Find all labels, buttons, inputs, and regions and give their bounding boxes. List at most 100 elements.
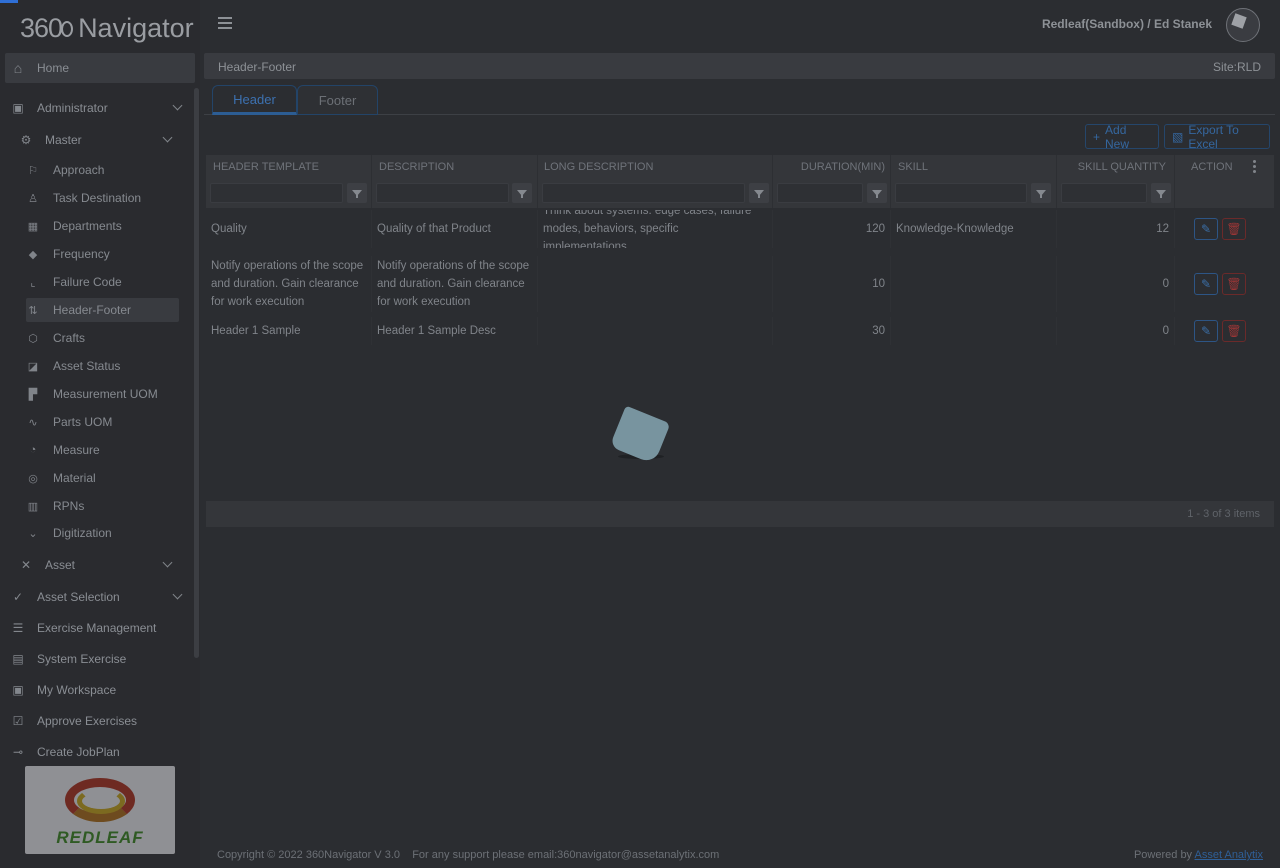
column-long-description[interactable]: LONG DESCRIPTION [538, 155, 773, 208]
header-template-grid: HEADER TEMPLATE DESCRIPTION LONG DESCRIP… [206, 155, 1274, 527]
edit-button[interactable]: ✎ [1194, 218, 1218, 240]
sidebar-item-home[interactable]: ⌂ Home [5, 53, 195, 83]
cell-header-template: Quality [206, 210, 372, 248]
loading-progress-bar [0, 0, 18, 3]
sidebar-item-create-jobplan[interactable]: ⊸ Create JobPlan [5, 738, 195, 766]
edit-button[interactable]: ✎ [1194, 273, 1218, 295]
column-skill-quantity[interactable]: SKILL QUANTITY [1057, 155, 1175, 208]
sidebar-item-measure[interactable]: ◔ Measure [26, 438, 179, 462]
cell-skill [891, 317, 1057, 345]
sidebar-item-approve-exercises[interactable]: ☑ Approve Exercises [5, 707, 195, 735]
chevron-down-icon [162, 132, 173, 143]
person-icon: ♙ [28, 192, 38, 205]
globe-icon [61, 21, 74, 37]
filter-icon[interactable] [867, 183, 887, 203]
filter-input[interactable] [777, 183, 863, 203]
cell-skill-quantity: 12 [1057, 210, 1175, 248]
cube-icon: ⬡ [28, 332, 38, 345]
calculator-icon: ▥ [27, 500, 39, 513]
chevron-down-icon [162, 557, 173, 568]
column-action[interactable]: ACTION [1175, 155, 1274, 208]
sort-icon: ⇅ [28, 304, 38, 317]
cell-long-description [538, 256, 773, 312]
pulse-icon: ∿ [28, 416, 38, 429]
delete-button[interactable]: 🗑 [1222, 218, 1246, 240]
tab-header[interactable]: Header [212, 85, 297, 115]
filter-input[interactable] [1061, 183, 1147, 203]
pager-info: 1 - 3 of 3 items [1187, 508, 1260, 520]
filter-icon[interactable] [1031, 183, 1051, 203]
powered-by: Powered by Asset Analytix [1133, 849, 1263, 861]
filter-icon[interactable] [512, 183, 532, 203]
sidebar-item-failure-code[interactable]: ⌞ Failure Code [26, 270, 179, 294]
sidebar-item-measurement-uom[interactable]: ▛ Measurement UOM [26, 382, 179, 406]
menu-toggle-icon[interactable] [218, 17, 232, 29]
sidebar-item-crafts[interactable]: ⬡ Crafts [26, 326, 179, 350]
check-circle-icon: ✓ [12, 590, 24, 604]
table-row[interactable]: Header 1 Sample Header 1 Sample Desc 30 0 ✎ 🗑 [206, 317, 1274, 345]
filter-icon[interactable] [347, 183, 367, 203]
sidebar-item-parts-uom[interactable]: ∿ Parts UOM [26, 410, 179, 434]
table-row[interactable]: Notify operations of the scope and durat… [206, 256, 1274, 312]
sidebar-item-frequency[interactable]: ◆ Frequency [26, 242, 179, 266]
list-icon: ☰ [12, 621, 24, 635]
filter-icon[interactable] [1151, 183, 1171, 203]
sidebar-item-approach[interactable]: ⚐ Approach [26, 158, 179, 182]
filter-input[interactable] [376, 183, 509, 203]
delete-button[interactable]: 🗑 [1222, 320, 1246, 342]
sidebar-item-rpns[interactable]: ▥ RPNs [26, 494, 179, 518]
column-header-template[interactable]: HEADER TEMPLATE [206, 155, 372, 208]
sidebar-item-master[interactable]: ⚙ Master [13, 126, 185, 154]
tab-footer[interactable]: Footer [297, 85, 378, 115]
cell-duration: 30 [773, 317, 891, 345]
ruler-icon: ▛ [28, 388, 38, 401]
sidebar-item-header-footer[interactable]: ⇅ Header-Footer [26, 298, 179, 322]
sidebar-item-task-destination[interactable]: ♙ Task Destination [26, 186, 179, 210]
export-to-excel-button[interactable]: ▧ Export To Excel [1164, 123, 1270, 151]
sidebar-item-digitization[interactable]: ⌄ Digitization [26, 521, 179, 545]
departments-icon: ▦ [27, 220, 39, 233]
app-logo[interactable]: 360 Navigator [20, 8, 194, 48]
column-skill[interactable]: SKILL [891, 155, 1057, 208]
sidebar-item-asset-status[interactable]: ◪ Asset Status [26, 354, 179, 378]
sidebar-item-asset-selection[interactable]: ✓ Asset Selection [5, 583, 195, 611]
sidebar-item-administrator[interactable]: ▣ Administrator [5, 94, 195, 122]
asset-analytix-link[interactable]: Asset Analytix [1195, 849, 1263, 861]
target-icon: ◎ [28, 472, 38, 485]
column-duration[interactable]: DURATION(MIN) [773, 155, 891, 208]
chevron-down-icon [172, 589, 183, 600]
gear-icon: ⚙ [20, 133, 32, 147]
column-menu-icon[interactable] [1253, 160, 1256, 175]
gauge-icon: ◔ [29, 444, 37, 456]
filter-input[interactable] [542, 183, 745, 203]
cell-description: Notify operations of the scope and durat… [372, 256, 538, 312]
table-row[interactable]: Quality Quality of that Product Think abou… [206, 210, 1274, 248]
sidebar-item-asset[interactable]: ✕ Asset [13, 551, 185, 579]
sidebar-item-system-exercise[interactable]: ▤ System Exercise [5, 645, 195, 673]
sidebar-item-exercise-management[interactable]: ☰ Exercise Management [5, 614, 195, 642]
sidebar-item-material[interactable]: ◎ Material [26, 466, 179, 490]
chevron-down-icon [172, 100, 183, 111]
cell-header-template: Notify operations of the scope and durat… [206, 256, 372, 312]
user-label[interactable]: Redleaf(Sandbox) / Ed Stanek [1042, 17, 1212, 31]
chart-icon: ⌞ [30, 276, 36, 289]
plus-icon: + [1093, 129, 1101, 144]
table-icon: ▤ [12, 652, 24, 666]
filter-input[interactable] [210, 183, 343, 203]
sidebar-scrollbar[interactable] [194, 88, 199, 658]
avatar[interactable] [1226, 8, 1260, 42]
delete-button[interactable]: 🗑 [1222, 273, 1246, 295]
tag-icon: ◪ [27, 360, 39, 373]
add-new-button[interactable]: + Add New [1085, 123, 1159, 151]
edit-button[interactable]: ✎ [1194, 320, 1218, 342]
sidebar-item-my-workspace[interactable]: ▣ My Workspace [5, 676, 195, 704]
grid-header: HEADER TEMPLATE DESCRIPTION LONG DESCRIP… [206, 155, 1274, 208]
column-description[interactable]: DESCRIPTION [372, 155, 538, 208]
filter-icon[interactable] [749, 183, 769, 203]
cell-description: Header 1 Sample Desc [372, 317, 538, 345]
page-title-bar: Header-Footer Site:RLD [204, 53, 1275, 79]
cell-duration: 10 [773, 256, 891, 312]
cell-skill: Knowledge-Knowledge [891, 210, 1057, 248]
sidebar-item-departments[interactable]: ▦ Departments [26, 214, 179, 238]
filter-input[interactable] [895, 183, 1027, 203]
